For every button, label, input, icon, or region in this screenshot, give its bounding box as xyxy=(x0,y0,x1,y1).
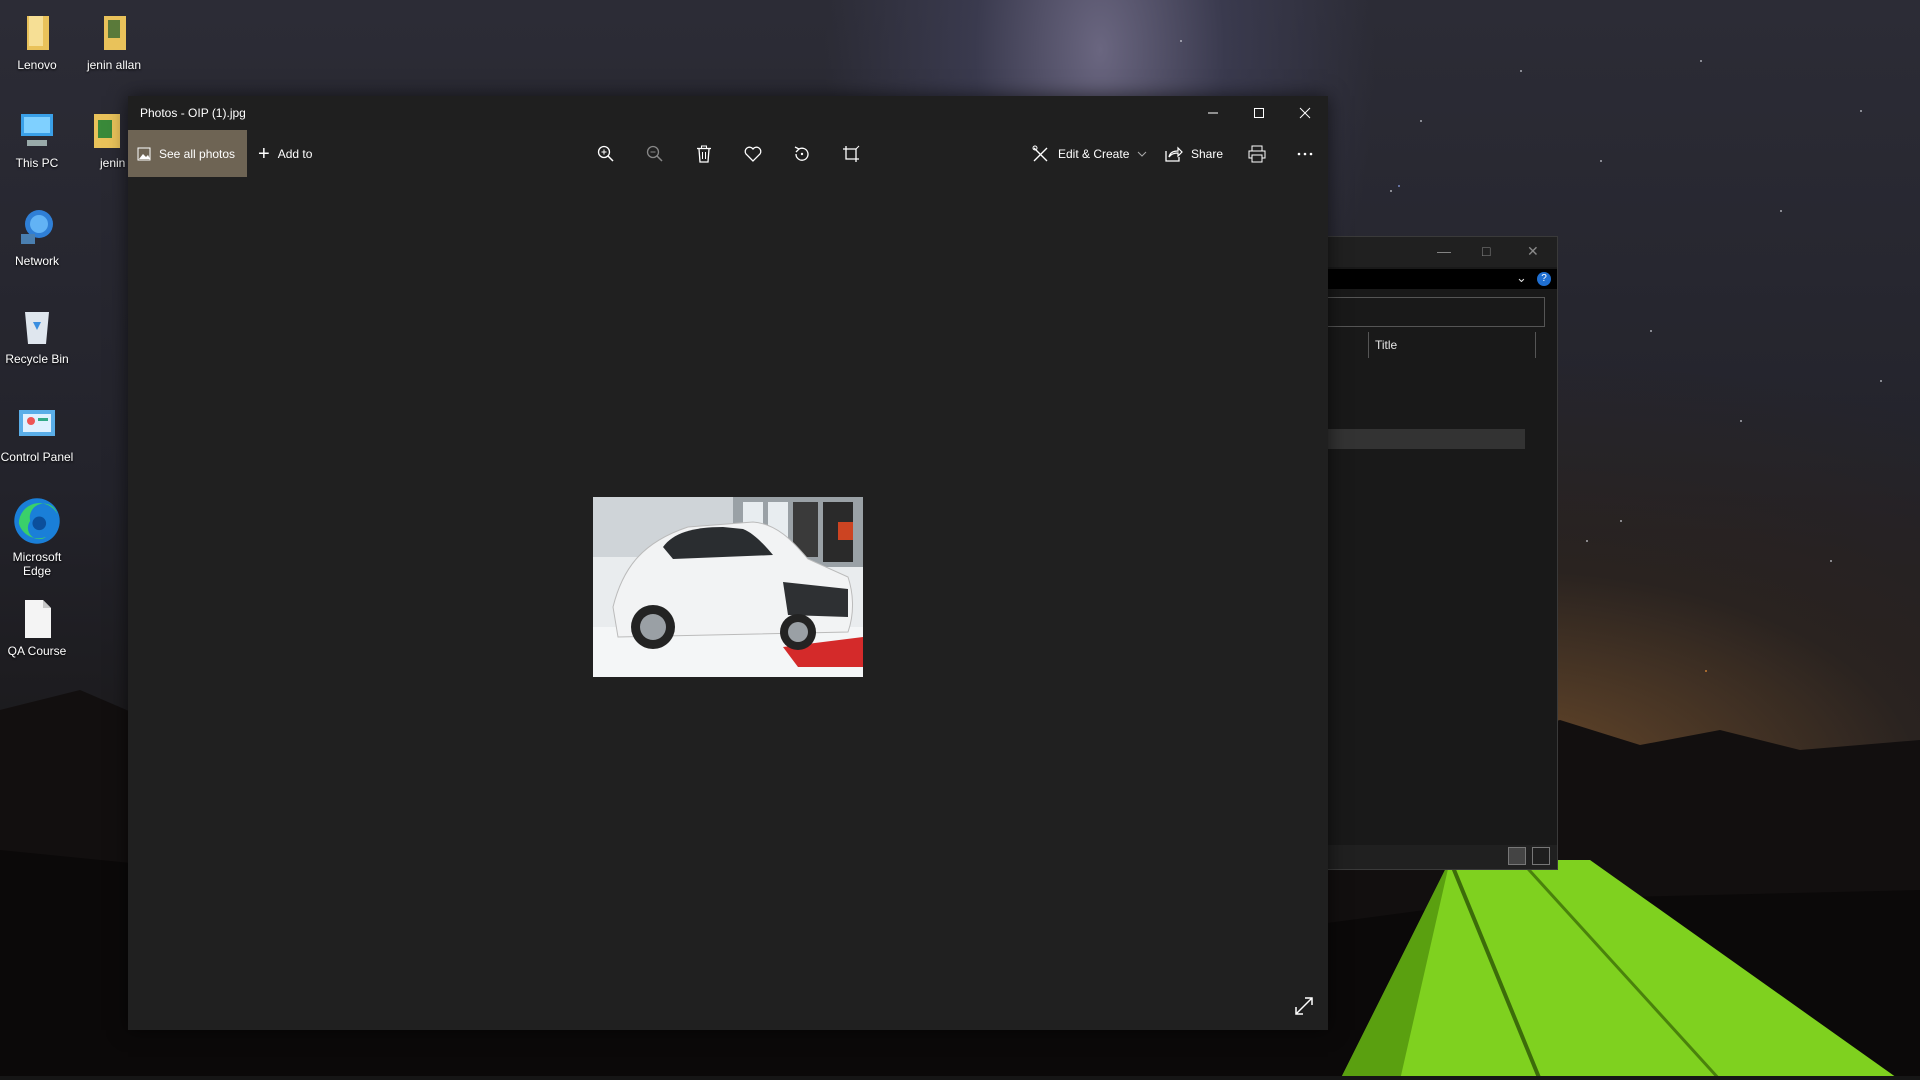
minimize-button[interactable] xyxy=(1190,96,1236,130)
rotate-button[interactable] xyxy=(791,143,813,165)
folder-icon xyxy=(104,16,126,50)
column-header-title[interactable]: Title xyxy=(1368,332,1536,358)
photos-window[interactable]: Photos - OIP (1).jpg See all photos + Ad… xyxy=(128,96,1328,1030)
favorite-button[interactable] xyxy=(742,143,764,165)
desktop-icon-label: Network xyxy=(14,254,59,268)
folder-icon xyxy=(27,16,49,50)
computer-icon xyxy=(21,114,53,146)
zoom-out-icon xyxy=(646,145,663,162)
more-icon xyxy=(1297,152,1313,156)
photos-icon xyxy=(137,147,151,160)
maximize-icon xyxy=(1254,108,1264,118)
crop-icon xyxy=(843,145,860,162)
desktop-icon-label: Microsoft Edge xyxy=(12,550,62,578)
rotate-icon xyxy=(794,146,809,161)
edit-create-label: Edit & Create xyxy=(1058,146,1130,161)
explorer-search-box[interactable] xyxy=(1320,297,1545,327)
print-button[interactable] xyxy=(1246,143,1268,165)
maximize-icon[interactable]: □ xyxy=(1482,243,1490,259)
desktop-icon-microsoft-edge[interactable]: Microsoft Edge xyxy=(0,496,75,578)
folder-icon xyxy=(94,114,120,148)
details-view-icon[interactable] xyxy=(1508,847,1526,865)
explorer-statusbar xyxy=(1320,845,1557,869)
desktop-icon-jenin-allan[interactable]: jenin allan xyxy=(76,10,152,72)
window-title: Photos - OIP (1).jpg xyxy=(140,106,246,120)
desktop-icon-label: jenin allan xyxy=(86,58,142,72)
edge-icon xyxy=(14,498,60,544)
delete-button[interactable] xyxy=(693,143,715,165)
desktop-icon-control-panel[interactable]: Control Panel xyxy=(0,402,75,464)
crop-button[interactable] xyxy=(840,143,862,165)
print-icon xyxy=(1248,145,1266,163)
photos-titlebar: Photos - OIP (1).jpg xyxy=(128,96,1328,130)
zoom-in-icon xyxy=(597,145,614,162)
close-button[interactable] xyxy=(1282,96,1328,130)
desktop-icon-this-pc[interactable]: This PC xyxy=(0,108,75,170)
edit-create-icon xyxy=(1032,145,1048,161)
taskbar-edge xyxy=(0,1076,1920,1080)
add-to-button[interactable]: + Add to xyxy=(258,130,312,177)
delete-icon xyxy=(697,145,711,163)
share-label: Share xyxy=(1191,146,1224,161)
desktop-icon-label: Recycle Bin xyxy=(5,352,69,366)
desktop-icon-label: This PC xyxy=(15,156,59,170)
desktop-icon-recycle-bin[interactable]: Recycle Bin xyxy=(0,304,75,366)
explorer-titlebar: — □ ✕ xyxy=(1320,237,1557,267)
chevron-down-icon xyxy=(1138,151,1147,157)
car-photo xyxy=(593,497,863,677)
control-panel-icon xyxy=(19,410,55,436)
share-button[interactable]: Share xyxy=(1165,130,1223,177)
desktop-icon-jenin[interactable]: jenin xyxy=(76,108,128,170)
minimize-icon[interactable]: — xyxy=(1437,243,1451,259)
zoom-out-button[interactable] xyxy=(644,143,666,165)
desktop-icon-label: QA Course xyxy=(7,644,67,658)
displayed-photo[interactable] xyxy=(593,497,863,677)
add-to-label: Add to xyxy=(277,146,313,161)
desktop-icon-network[interactable]: Network xyxy=(0,206,75,268)
desktop-icon-label: jenin xyxy=(100,156,126,170)
explorer-window[interactable]: — □ ✕ ⌄ ? Title xyxy=(1320,236,1558,870)
chevron-down-icon[interactable]: ⌄ xyxy=(1516,270,1527,286)
full-screen-button[interactable] xyxy=(1292,994,1316,1018)
minimize-icon xyxy=(1208,112,1218,114)
more-button[interactable] xyxy=(1294,143,1316,165)
expand-icon xyxy=(1295,997,1313,1015)
maximize-button[interactable] xyxy=(1236,96,1282,130)
plus-icon: + xyxy=(258,142,270,165)
see-all-photos-button[interactable]: See all photos xyxy=(128,130,247,177)
large-icons-view-icon[interactable] xyxy=(1532,847,1550,865)
desktop-icon-qa-course[interactable]: QA Course xyxy=(0,596,75,658)
explorer-ribbon: ⌄ ? xyxy=(1320,269,1557,289)
close-icon[interactable]: ✕ xyxy=(1527,243,1539,260)
desktop-icon-lenovo[interactable]: Lenovo xyxy=(0,10,75,72)
document-icon xyxy=(25,600,51,638)
help-icon[interactable]: ? xyxy=(1537,272,1551,286)
close-icon xyxy=(1299,107,1311,119)
photos-toolbar: See all photos + Add to Edit & Create Sh… xyxy=(128,130,1328,178)
desktop-icon-label: Lenovo xyxy=(17,58,57,72)
list-item[interactable] xyxy=(1320,429,1525,449)
tent-image xyxy=(1340,860,1900,1080)
favorite-icon xyxy=(744,146,762,162)
share-icon xyxy=(1165,146,1183,162)
recycle-bin-icon xyxy=(25,312,49,344)
edit-create-button[interactable]: Edit & Create xyxy=(1032,130,1147,177)
network-icon xyxy=(21,210,53,244)
see-all-photos-label: See all photos xyxy=(159,146,236,161)
desktop-icon-label: Control Panel xyxy=(0,450,74,464)
zoom-in-button[interactable] xyxy=(595,143,617,165)
